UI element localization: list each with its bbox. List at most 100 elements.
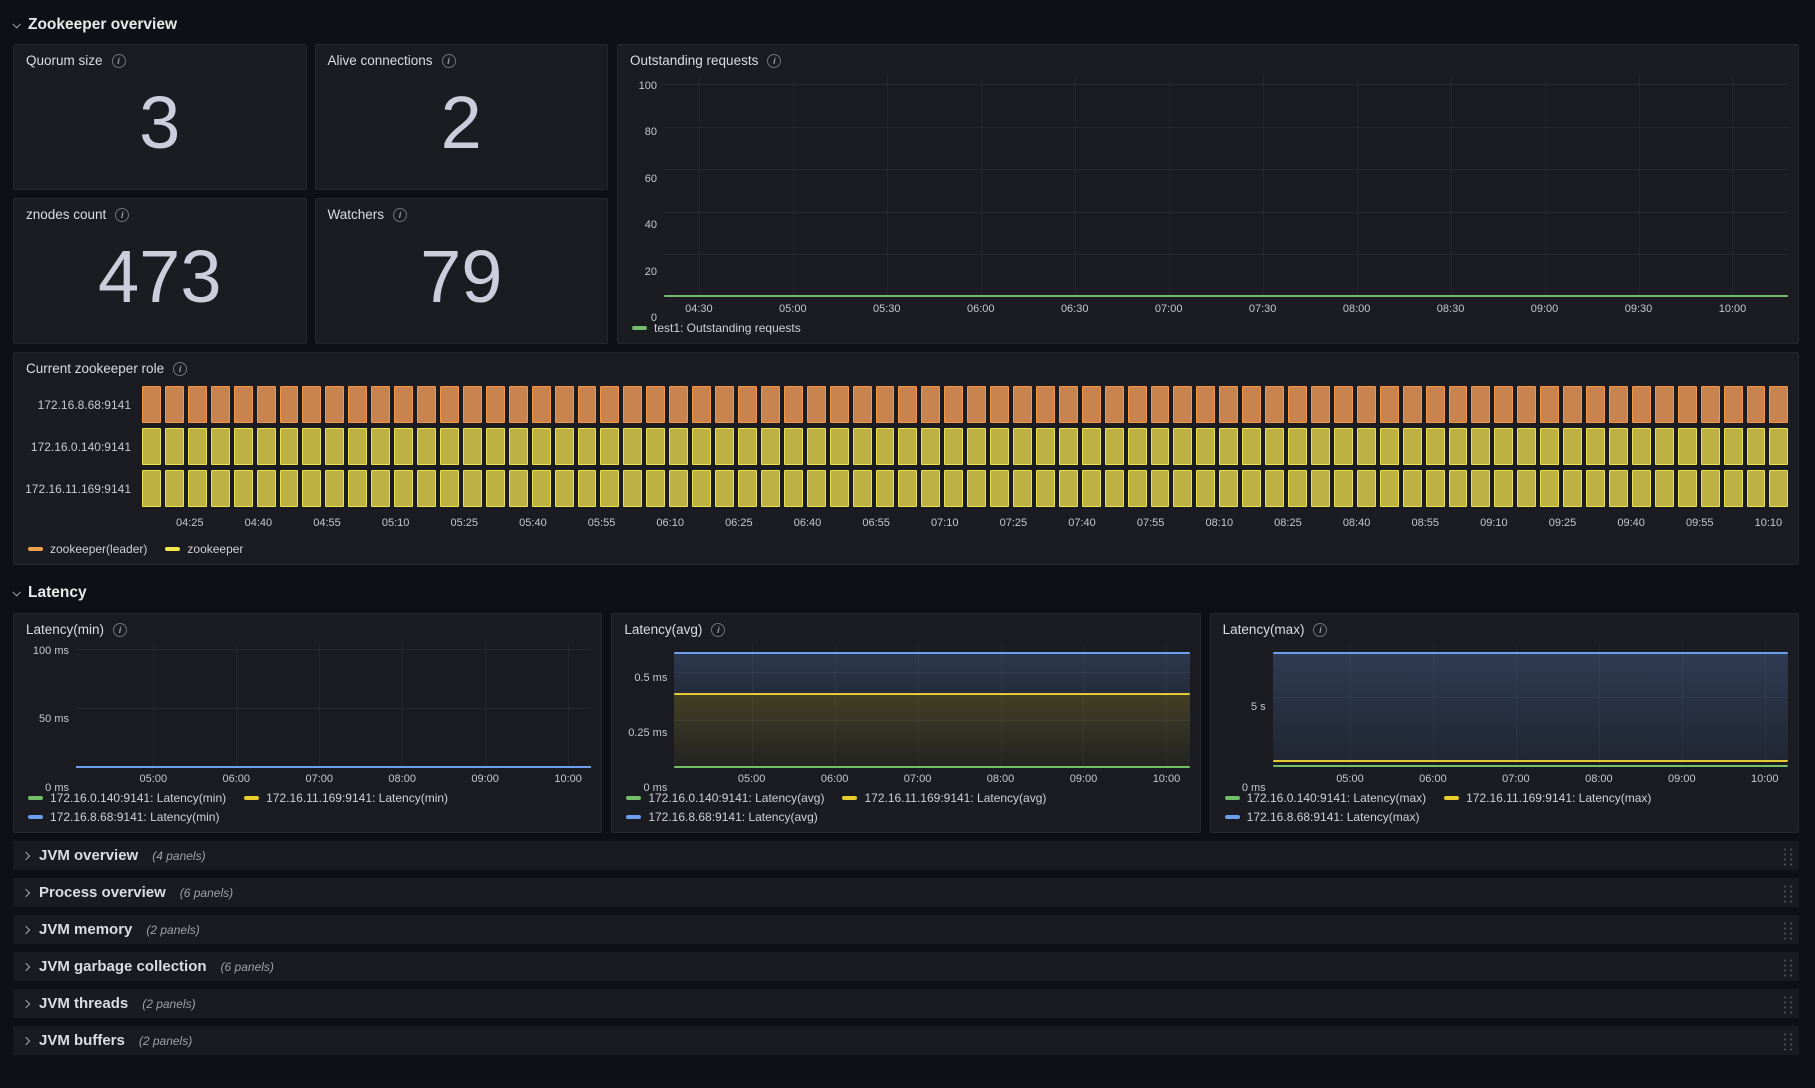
y-axis-tick-label: 0 [650,312,657,324]
chart-plot-area[interactable] [76,645,592,768]
chart-plot-area[interactable] [674,645,1190,768]
x-axis-tick-label: 10:00 [554,773,582,785]
status-history-chart[interactable]: 172.16.8.68:9141 172.16.0.140:9141 172.16.… [14,378,1798,542]
panel-title[interactable]: Latency(min) [26,622,104,637]
row-header-latency[interactable]: Latency [12,580,1799,606]
status-bar [1700,428,1720,465]
x-axis-tick-label: 07:00 [903,773,932,785]
status-bar [1654,428,1674,465]
drag-handle-icon[interactable] [1781,956,1793,977]
legend-item[interactable]: 172.16.11.169:9141: Latency(avg) [842,791,1046,805]
row-panel-count: (4 panels) [152,848,206,863]
row-header-jvm-threads[interactable]: JVM threads (2 panels) [13,989,1799,1018]
status-bar [1471,470,1491,507]
status-bar [967,386,987,423]
status-bar [783,470,803,507]
chart-plot-area[interactable] [1272,645,1788,768]
x-axis-tick-label: 09:00 [1530,303,1559,315]
status-bar [783,386,803,423]
gridline [664,126,1788,128]
legend-item[interactable]: 172.16.8.68:9141: Latency(max) [1224,810,1419,824]
status-bar [692,386,712,423]
legend-dash [1224,815,1240,819]
drag-handle-icon[interactable] [1781,1030,1793,1051]
status-bar [967,428,987,465]
status-bar [142,386,161,423]
status-bar [1746,428,1766,465]
panel-title[interactable]: Outstanding requests [630,53,758,68]
status-bar [1333,470,1353,507]
legend-item[interactable]: test1: Outstanding requests [632,321,801,335]
status-bar [256,470,276,507]
y-axis-tick-label: 100 [638,79,657,92]
x-axis-tick-label: 04:30 [685,303,713,315]
row-title: JVM threads [39,995,129,1012]
legend-item[interactable]: 172.16.11.169:9141: Latency(max) [1444,791,1651,805]
status-bar [394,428,414,465]
status-bar [371,386,391,423]
info-icon[interactable]: i [111,53,126,68]
stat-value: 2 [440,80,482,164]
status-bar [898,386,918,423]
drag-handle-icon[interactable] [1781,993,1793,1014]
info-icon[interactable]: i [115,207,130,222]
x-axis-tick-label: 09:55 [1686,517,1714,529]
y-axis-tick-label: 20 [644,265,657,278]
legend-item[interactable]: 172.16.8.68:9141: Latency(min) [28,810,219,824]
drag-handle-icon[interactable] [1781,845,1793,866]
panel-title[interactable]: Latency(avg) [624,622,702,637]
chart-plot-area[interactable] [664,76,1788,298]
row-header-jvm-buffers[interactable]: JVM buffers (2 panels) [13,1026,1799,1055]
info-icon[interactable]: i [113,622,128,637]
x-axis-tick-label: 05:00 [779,303,807,315]
x-axis-tick-label: 07:00 [305,773,333,785]
panel-title[interactable]: znodes count [26,207,106,222]
panel-title[interactable]: Latency(max) [1223,622,1305,637]
drag-handle-icon[interactable] [1781,919,1793,940]
info-icon[interactable]: i [393,207,408,222]
status-bar [302,470,322,507]
status-row: 172.16.8.68:9141 [14,386,1789,423]
status-bar [1058,470,1078,507]
legend-dash [1444,796,1460,800]
x-axis-tick-label: 10:00 [1718,303,1747,315]
row-panel-count: (6 panels) [220,959,274,974]
info-icon[interactable]: i [441,53,456,68]
legend-item[interactable]: 172.16.8.68:9141: Latency(avg) [626,810,818,824]
x-axis-tick-label: 08:55 [1411,517,1439,529]
gridline [1638,76,1640,298]
status-bar [1631,386,1651,423]
panel-title[interactable]: Watchers [328,207,385,222]
chart-legend: 172.16.0.140:9141: Latency(max) 172.16.11… [1211,788,1798,832]
legend-item[interactable]: zookeeper(leader) [28,542,147,556]
info-icon[interactable]: i [1313,622,1328,637]
row-header-jvm-memory[interactable]: JVM memory (2 panels) [13,915,1799,944]
status-bar [279,428,299,465]
info-icon[interactable]: i [173,361,188,376]
legend-item[interactable]: zookeeper [165,542,243,556]
status-bar [1035,386,1055,423]
status-bar [1265,386,1285,423]
status-bar [1356,386,1376,423]
gridline [792,76,794,298]
status-bar [1013,470,1032,507]
row-header-process-overview[interactable]: Process overview (6 panels) [13,878,1799,907]
x-axis-tick-label: 08:10 [1205,517,1234,529]
info-icon[interactable]: i [767,53,782,68]
x-axis-tick-label: 07:10 [930,517,959,529]
status-bar [439,428,459,465]
row-header-jvm-garbage-collection[interactable]: JVM garbage collection (6 panels) [13,952,1799,981]
status-bar [1563,470,1583,507]
row-header-zookeeper-overview[interactable]: Zookeeper overview [12,12,1799,38]
panel-title[interactable]: Quorum size [26,53,103,68]
panel-title[interactable]: Current zookeeper role [26,361,164,376]
status-bar [508,428,528,465]
row-header-jvm-overview[interactable]: JVM overview (4 panels) [13,841,1799,870]
status-bar [1677,428,1697,465]
drag-handle-icon[interactable] [1781,882,1793,903]
x-axis-tick-label: 05:00 [1336,773,1364,785]
legend-item[interactable]: 172.16.11.169:9141: Latency(min) [244,791,448,805]
timeseries-chart: 0 ms 5 s 05:00 06:00 07:00 08:00 09:00 10:00 [1211,639,1798,794]
panel-title[interactable]: Alive connections [328,53,433,68]
info-icon[interactable]: i [711,622,726,637]
